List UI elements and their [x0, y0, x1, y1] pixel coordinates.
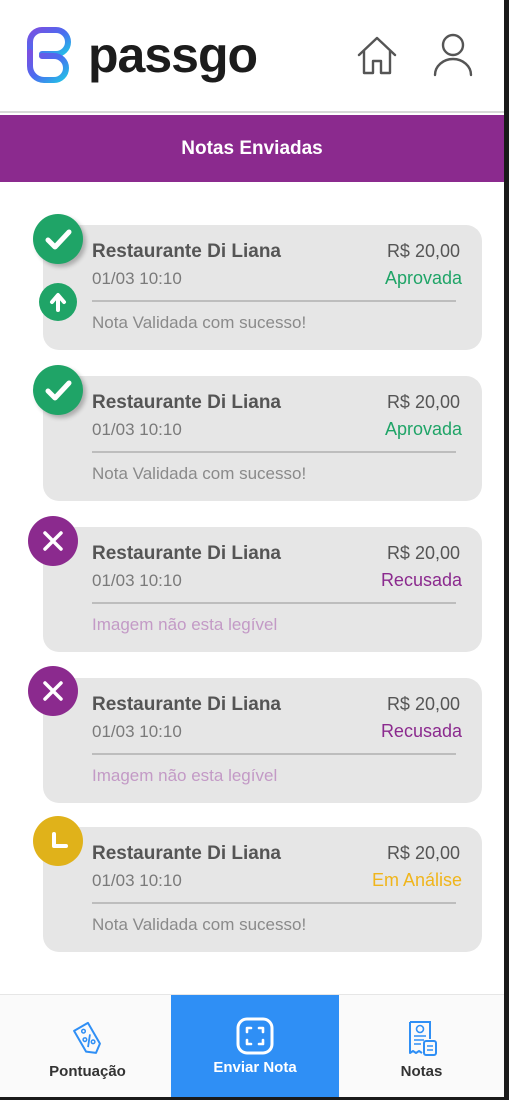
pending-clock-icon	[33, 816, 83, 866]
card-divider	[92, 300, 456, 302]
profile-button[interactable]	[431, 33, 475, 77]
brand-logo: passgo	[22, 26, 258, 84]
note-datetime: 01/03 10:10	[92, 571, 182, 590]
bottom-navigation: Pontuação Enviar Nota Notas	[0, 994, 504, 1098]
page-title: Notas Enviadas	[181, 137, 323, 159]
note-datetime: 01/03 10:10	[92, 269, 182, 288]
nav-label: Pontuação	[49, 1063, 126, 1080]
status-message: Nota Validada com sucesso!	[92, 313, 307, 332]
upload-arrow-icon[interactable]	[39, 283, 77, 321]
status-badge: Em Análise	[371, 870, 462, 890]
nav-pontuacao[interactable]: Pontuação	[4, 995, 171, 1098]
home-icon	[357, 36, 397, 75]
device-frame-edge	[504, 0, 509, 1100]
note-datetime: 01/03 10:10	[92, 871, 182, 890]
approved-check-icon	[33, 214, 83, 264]
brand-name: passgo	[88, 27, 258, 83]
card-divider	[92, 451, 456, 453]
store-name: Restaurante Di Liana	[92, 543, 281, 564]
status-badge: Aprovada	[384, 419, 462, 439]
store-name: Restaurante Di Liana	[92, 241, 281, 262]
note-datetime: 01/03 10:10	[92, 420, 182, 439]
note-datetime: 01/03 10:10	[92, 722, 182, 741]
note-card[interactable]: Restaurante Di Liana 01/03 10:10 R$ 20,0…	[43, 527, 482, 652]
card-divider	[92, 753, 456, 755]
nav-enviar-nota[interactable]: Enviar Nota	[171, 995, 339, 1098]
note-card[interactable]: Restaurante Di Liana 01/03 10:10 R$ 20,0…	[43, 678, 482, 803]
status-message: Nota Validada com sucesso!	[92, 915, 307, 934]
header-divider	[0, 111, 504, 113]
status-badge: Recusada	[380, 570, 462, 590]
status-message: Nota Validada com sucesso!	[92, 464, 307, 483]
passgo-logo-icon	[27, 27, 71, 83]
status-message: Imagem não esta legível	[92, 766, 278, 785]
home-button[interactable]	[355, 33, 399, 77]
note-card[interactable]: Restaurante Di Liana 01/03 10:10 R$ 20,0…	[43, 225, 482, 350]
note-amount: R$ 20,00	[386, 392, 460, 412]
status-badge: Recusada	[380, 721, 462, 741]
page-title-bar: Notas Enviadas	[0, 115, 504, 182]
nav-label: Notas	[400, 1063, 443, 1080]
card-divider	[92, 602, 456, 604]
status-message: Imagem não esta legível	[92, 615, 278, 634]
user-icon	[433, 33, 473, 77]
note-amount: R$ 20,00	[386, 694, 460, 714]
approved-check-icon	[33, 365, 83, 415]
note-card[interactable]: Restaurante Di Liana 01/03 10:10 R$ 20,0…	[43, 376, 482, 501]
note-amount: R$ 20,00	[386, 843, 460, 863]
note-amount: R$ 20,00	[386, 543, 460, 563]
store-name: Restaurante Di Liana	[92, 843, 281, 864]
note-amount: R$ 20,00	[386, 241, 460, 261]
card-divider	[92, 902, 456, 904]
status-badge: Aprovada	[384, 268, 462, 288]
nav-label: Enviar Nota	[213, 1059, 297, 1076]
store-name: Restaurante Di Liana	[92, 392, 281, 413]
scan-frame-icon	[236, 1017, 274, 1055]
store-name: Restaurante Di Liana	[92, 694, 281, 715]
rejected-x-icon	[28, 666, 78, 716]
note-card[interactable]: Restaurante Di Liana 01/03 10:10 R$ 20,0…	[43, 827, 482, 952]
receipt-icon	[408, 1021, 437, 1056]
app-header: passgo	[0, 0, 504, 113]
discount-tag-icon	[72, 1021, 101, 1054]
nav-notas[interactable]: Notas	[339, 995, 504, 1098]
rejected-x-icon	[28, 516, 78, 566]
